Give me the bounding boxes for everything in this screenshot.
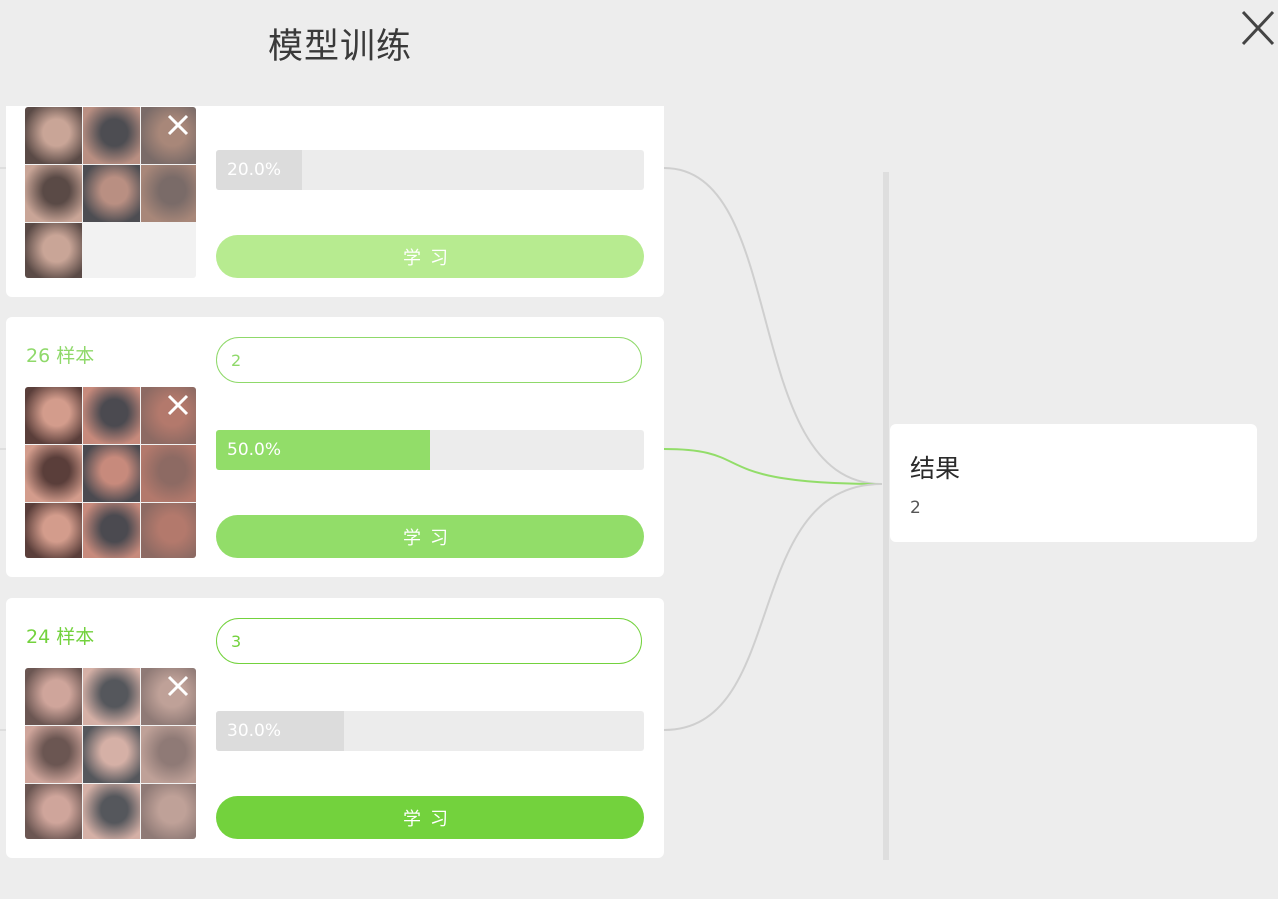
output-divider	[883, 172, 889, 860]
result-value: 2	[910, 498, 921, 518]
connection-line	[663, 167, 883, 485]
result-panel: 结果 2	[890, 424, 1257, 542]
connection-line	[663, 483, 883, 731]
connection-line	[663, 448, 883, 485]
result-title: 结果	[910, 454, 961, 483]
